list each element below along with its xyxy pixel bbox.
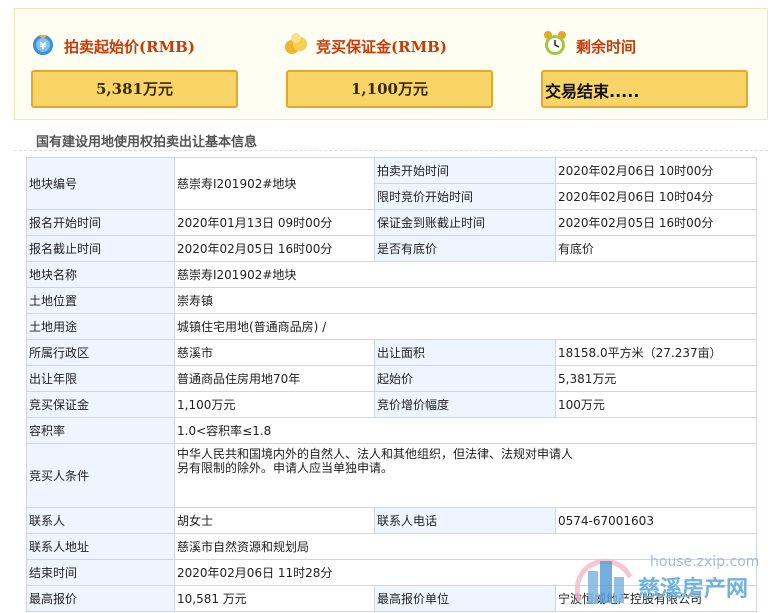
term-label: 出让年限 <box>26 365 175 392</box>
district-label: 所属行政区 <box>26 339 175 366</box>
deposit-deadline-value: 2020年02月05日 16时00分 <box>555 209 757 236</box>
table-row: 土地位置 崇寿镇 <box>26 287 757 314</box>
reserve-label: 是否有底价 <box>374 235 556 262</box>
contact-value: 胡女士 <box>174 507 375 534</box>
table-row: 竞买保证金 1,100万元 竞价增价幅度 100万元 <box>26 391 757 418</box>
area-value: 18158.0平方米（27.237亩） <box>555 339 757 366</box>
deposit-value: 1,100万元 <box>286 70 493 108</box>
start-price-cell: 5,381万元 <box>555 365 757 392</box>
reg-start-label: 报名开始时间 <box>26 209 175 236</box>
section-divider <box>14 150 768 151</box>
coins-icon <box>285 33 307 54</box>
address-label: 联系人地址 <box>26 533 175 560</box>
deposit-deadline-label: 保证金到账截止时间 <box>374 209 556 236</box>
start-price-value: 5,381万元 <box>31 70 238 108</box>
alarm-clock-icon <box>544 31 566 55</box>
section-title: 国有建设用地使用权拍卖出让基本信息 <box>36 135 258 150</box>
reserve-value: 有底价 <box>555 235 757 262</box>
top-bid-value: 10,581 万元 <box>174 585 375 612</box>
table-row: 最高报价 10,581 万元 最高报价单位 宁波恒威地产控股有限公司 <box>26 585 757 612</box>
plot-no-label: 地块编号 <box>26 157 175 210</box>
land-use-value: 城镇住宅用地(普通商品房) / <box>174 313 757 340</box>
location-label: 土地位置 <box>26 287 175 314</box>
top-bidder-label: 最高报价单位 <box>374 585 556 612</box>
table-row: 地块名称 慈崇寿I201902#地块 <box>26 261 757 288</box>
far-value: 1.0<容积率≤1.8 <box>174 417 757 444</box>
reg-end-label: 报名截止时间 <box>26 235 175 262</box>
reg-start-value: 2020年01月13日 09时00分 <box>174 209 375 236</box>
deposit-cell: 1,100万元 <box>174 391 375 418</box>
increment-value: 100万元 <box>555 391 757 418</box>
top-bid-label: 最高报价 <box>26 585 175 612</box>
table-row: 容积率 1.0<容积率≤1.8 <box>26 417 757 444</box>
deposit-label: 竞买保证金 <box>26 391 175 418</box>
land-info-table: 地块编号 慈崇寿I201902#地块 拍卖开始时间 2020年02月06日 10… <box>26 157 757 612</box>
increment-label: 竞价增价幅度 <box>374 391 556 418</box>
timed-bid-label: 限时竞价开始时间 <box>374 183 556 210</box>
conditions-value: 中华人民共和国境内外的自然人、法人和其他组织，但法律、法规对申请人另有限制的除外… <box>174 443 757 508</box>
time-left-status: 交易结束..... <box>541 70 748 108</box>
phone-label: 联系人电话 <box>374 507 556 534</box>
table-row: 联系人 胡女士 联系人电话 0574-67001603 <box>26 507 757 534</box>
location-value: 崇寿镇 <box>174 287 757 314</box>
table-row: 报名截止时间 2020年02月05日 16时00分 是否有底价 有底价 <box>26 235 757 262</box>
auction-start-label: 拍卖开始时间 <box>374 157 556 184</box>
table-row: 竞买人条件 中华人民共和国境内外的自然人、法人和其他组织，但法律、法规对申请人另… <box>26 443 757 508</box>
end-time-label: 结束时间 <box>26 559 175 586</box>
money-bag-icon: ¥ <box>33 35 53 55</box>
plot-name-value: 慈崇寿I201902#地块 <box>174 261 757 288</box>
table-row: 联系人地址 慈溪市自然资源和规划局 <box>26 533 757 560</box>
table-row: 地块编号 慈崇寿I201902#地块 拍卖开始时间 2020年02月06日 10… <box>26 157 757 210</box>
far-label: 容积率 <box>26 417 175 444</box>
table-row: 出让年限 普通商品住房用地70年 起始价 5,381万元 <box>26 365 757 392</box>
start-price-label: 起始价 <box>374 365 556 392</box>
phone-value: 0574-67001603 <box>555 507 757 534</box>
time-left-heading: 剩余时间 <box>576 38 637 56</box>
district-value: 慈溪市 <box>174 339 375 366</box>
table-row: 所属行政区 慈溪市 出让面积 18158.0平方米（27.237亩） <box>26 339 757 366</box>
auction-start-value: 2020年02月06日 10时00分 <box>555 157 757 184</box>
conditions-label: 竞买人条件 <box>26 443 175 508</box>
table-row: 结束时间 2020年02月06日 11时28分 <box>26 559 757 586</box>
term-value: 普通商品住房用地70年 <box>174 365 375 392</box>
plot-no-value: 慈崇寿I201902#地块 <box>174 157 375 210</box>
area-label: 出让面积 <box>374 339 556 366</box>
deposit-heading: 竞买保证金(RMB) <box>316 38 447 56</box>
plot-name-label: 地块名称 <box>26 261 175 288</box>
svg-text:¥: ¥ <box>40 41 47 52</box>
contact-label: 联系人 <box>26 507 175 534</box>
table-row: 报名开始时间 2020年01月13日 09时00分 保证金到账截止时间 2020… <box>26 209 757 236</box>
table-row: 土地用途 城镇住宅用地(普通商品房) / <box>26 313 757 340</box>
top-bidder-value: 宁波恒威地产控股有限公司 <box>555 585 757 612</box>
land-use-label: 土地用途 <box>26 313 175 340</box>
end-time-value: 2020年02月06日 11时28分 <box>174 559 757 586</box>
start-price-heading: 拍卖起始价(RMB) <box>64 38 195 56</box>
timed-bid-value: 2020年02月06日 10时04分 <box>555 183 757 210</box>
address-value: 慈溪市自然资源和规划局 <box>174 533 757 560</box>
reg-end-value: 2020年02月05日 16时00分 <box>174 235 375 262</box>
